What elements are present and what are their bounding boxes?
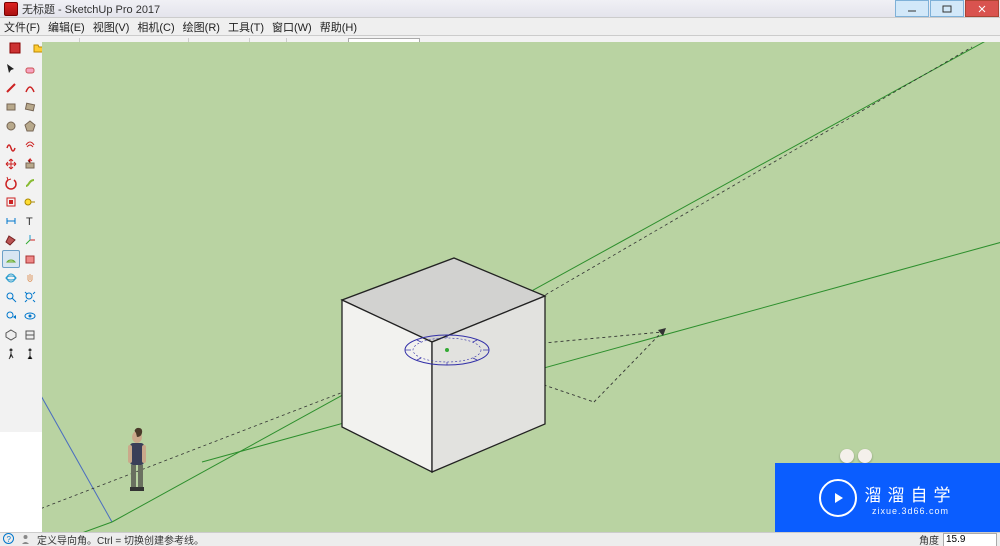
tool-text[interactable]: T <box>21 212 39 230</box>
tool-eraser[interactable] <box>21 60 39 78</box>
tool-zoom-prev[interactable] <box>2 307 20 325</box>
tool-polygon[interactable] <box>21 117 39 135</box>
menu-window[interactable]: 窗口(W) <box>272 19 312 35</box>
menu-draw[interactable]: 绘图(R) <box>183 19 220 35</box>
tool-palette: T <box>0 58 45 432</box>
titlebar: 无标题 - SketchUp Pro 2017 <box>0 0 1000 18</box>
tool-line[interactable] <box>2 79 20 97</box>
tool-move[interactable] <box>2 155 20 173</box>
tool-rotated-rect[interactable] <box>21 98 39 116</box>
statusbar: ? 定义导向角。Ctrl = 切换创建参考线。 角度 <box>0 532 1000 546</box>
tool-position-camera[interactable] <box>21 345 39 363</box>
svg-text:?: ? <box>7 535 12 544</box>
window-title: 无标题 - SketchUp Pro 2017 <box>22 1 160 17</box>
maximize-button[interactable] <box>930 0 964 17</box>
tool-rectangle[interactable] <box>2 98 20 116</box>
new-button[interactable] <box>4 37 26 59</box>
tool-zoom-extents[interactable] <box>21 288 39 306</box>
app-icon <box>4 2 18 16</box>
measurement-input[interactable] <box>943 533 997 546</box>
tool-extra-a[interactable] <box>2 364 20 382</box>
tool-protractor[interactable] <box>2 250 20 268</box>
tool-section[interactable] <box>21 250 39 268</box>
watermark-title: 溜溜自学 <box>865 481 957 506</box>
tool-select[interactable] <box>2 60 20 78</box>
menu-camera[interactable]: 相机(C) <box>137 19 174 35</box>
svg-text:T: T <box>26 216 33 228</box>
tool-rotate[interactable] <box>2 174 20 192</box>
tool-pan[interactable] <box>21 269 39 287</box>
decoration-earbuds <box>840 449 872 463</box>
tool-followme[interactable] <box>21 174 39 192</box>
tool-axes[interactable] <box>21 231 39 249</box>
tool-scale[interactable] <box>2 193 20 211</box>
status-measure-label: 角度 <box>919 532 939 546</box>
menu-tools[interactable]: 工具(T) <box>228 19 264 35</box>
status-help-icon[interactable]: ? <box>3 533 14 546</box>
tool-extra-b[interactable] <box>21 364 39 382</box>
tool-circle[interactable] <box>2 117 20 135</box>
menu-help[interactable]: 帮助(H) <box>320 19 357 35</box>
tool-freehand[interactable] <box>2 136 20 154</box>
close-button[interactable] <box>965 0 999 17</box>
status-hint: 定义导向角。Ctrl = 切换创建参考线。 <box>37 532 204 546</box>
tool-walk[interactable] <box>2 345 20 363</box>
tool-orbit[interactable] <box>2 269 20 287</box>
tool-zoom[interactable] <box>2 288 20 306</box>
menu-view[interactable]: 视图(V) <box>93 19 130 35</box>
menu-file[interactable]: 文件(F) <box>4 19 40 35</box>
tool-tape[interactable] <box>21 193 39 211</box>
watermark-url: zixue.3d66.com <box>865 506 957 516</box>
watermark: 溜溜自学 zixue.3d66.com <box>775 463 1000 533</box>
tool-offset[interactable] <box>21 136 39 154</box>
tool-pushpull[interactable] <box>21 155 39 173</box>
tool-iso[interactable] <box>2 326 20 344</box>
scale-figure <box>128 428 146 491</box>
tool-dimension[interactable] <box>2 212 20 230</box>
status-user-icon[interactable] <box>20 533 31 546</box>
menu-edit[interactable]: 编辑(E) <box>48 19 85 35</box>
tool-look-around[interactable] <box>21 307 39 325</box>
minimize-button[interactable] <box>895 0 929 17</box>
tool-paint[interactable] <box>2 231 20 249</box>
tool-outliner[interactable] <box>21 326 39 344</box>
menubar: 文件(F) 编辑(E) 视图(V) 相机(C) 绘图(R) 工具(T) 窗口(W… <box>0 18 1000 36</box>
play-icon <box>819 479 857 517</box>
tool-arc[interactable] <box>21 79 39 97</box>
